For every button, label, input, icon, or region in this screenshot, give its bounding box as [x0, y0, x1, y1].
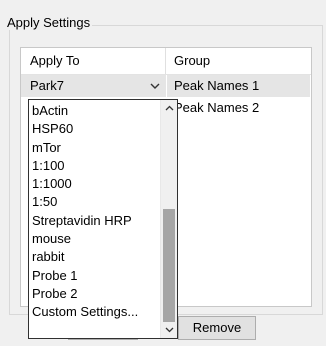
apply-to-combobox-value: Park7 — [30, 78, 64, 93]
dropdown-items: bActin HSP60 mTor 1:100 1:1000 1:50 Stre… — [29, 102, 161, 322]
column-header-group[interactable]: Group — [167, 48, 310, 74]
dropdown-item[interactable]: 1:1000 — [29, 175, 161, 193]
dropdown-scrollbar[interactable] — [160, 100, 177, 338]
dropdown-item[interactable]: Probe 1 — [29, 267, 161, 285]
dropdown-item[interactable]: HSP60 — [29, 120, 161, 138]
table-row-group-cell[interactable]: Peak Names 1 — [167, 75, 310, 97]
apply-settings-title: Apply Settings — [7, 15, 93, 30]
dropdown-item[interactable]: mouse — [29, 230, 161, 248]
scroll-down-arrow-icon[interactable] — [161, 322, 177, 338]
group-cell-label: Peak Names 2 — [174, 100, 260, 115]
scroll-up-arrow-icon[interactable] — [161, 100, 177, 116]
dropdown-item[interactable]: mTor — [29, 139, 161, 157]
dropdown-item[interactable]: 1:50 — [29, 193, 161, 211]
column-header-apply-to[interactable]: Apply To — [21, 48, 166, 74]
dropdown-item[interactable]: 1:100 — [29, 157, 161, 175]
dropdown-item[interactable]: Custom Settings... — [29, 303, 161, 321]
chevron-down-icon[interactable] — [149, 75, 161, 97]
table-row-group-cell[interactable]: Peak Names 2 — [167, 97, 310, 119]
dropdown-item[interactable]: Probe 2 — [29, 285, 161, 303]
apply-to-combobox[interactable]: Park7 — [21, 75, 166, 97]
dropdown-item[interactable]: rabbit — [29, 248, 161, 266]
dropdown-item[interactable]: Streptavidin HRP — [29, 212, 161, 230]
scrollbar-thumb[interactable] — [163, 209, 175, 322]
apply-to-dropdown-list[interactable]: bActin HSP60 mTor 1:100 1:1000 1:50 Stre… — [28, 99, 178, 339]
group-cell-label: Peak Names 1 — [174, 78, 260, 93]
remove-button[interactable]: Remove — [178, 316, 256, 340]
dropdown-item[interactable]: bActin — [29, 102, 161, 120]
